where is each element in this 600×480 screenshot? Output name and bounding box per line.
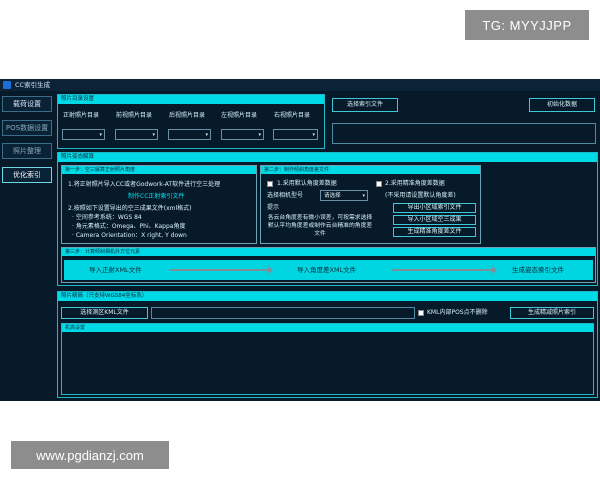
step1-line3: · 空间参考系统：WGS 84 [72, 214, 142, 221]
kml-path-input[interactable] [151, 307, 415, 319]
index-file-path[interactable] [332, 123, 596, 144]
chevron-down-icon: ▾ [362, 193, 365, 199]
camera-model-label: 选择相机型号 [267, 192, 304, 199]
step1-header: 第一步：空三解算正射照片角度 [62, 166, 256, 174]
generate-fine-index-button[interactable]: 生成精减照片索引 [510, 307, 594, 319]
photo-fine-panel: 照片精简（只支持WGS84坐标系） 选择测区KML文件 KML内部POS点不删除… [57, 291, 598, 398]
pose-panel: 照片姿态解算 第一步：空三解算正射照片角度 1.将正射照片导入CC或者Godwo… [57, 152, 598, 286]
photo-dir-header: 照片目录设置 [58, 95, 324, 104]
title-bar: CC索引生成 [0, 79, 600, 91]
generate-pose-index-button[interactable]: 生成姿态索引文件 [512, 260, 564, 280]
chevron-down-icon: ▾ [152, 132, 155, 138]
kml-pos-checkbox[interactable] [418, 310, 424, 316]
step2-panel: 第二步：制作倾斜角度差文件 1.采用默认角度差数据 选择相机型号 请选择 ▾ 提… [260, 165, 481, 244]
import-angle-xml-button[interactable]: 导入角度差XML文件 [297, 260, 356, 280]
default-angle-label: 1.采用默认角度差数据 [277, 180, 337, 187]
step1-panel: 第一步：空三解算正射照片角度 1.将正射照片导入CC或者Godwork-AT软件… [61, 165, 257, 244]
step3-panel: 第三步：计算倾斜相机外方位元素 导入正射XML文件 导入角度差XML文件 生成姿… [61, 247, 596, 283]
hint-text: 各云台角度差有微小误差，可按需求选择默认平均角度差或制作云台精准的角度差文件 [267, 215, 373, 237]
precise-angle-note: (不采用请设置默认角度差) [385, 192, 456, 199]
kml-pos-label: KML内部POS点不删除 [427, 309, 488, 316]
photo-dir-panel: 照片目录设置 正射照片目录 前视照片目录 后视照片目录 左视照片目录 右视照片目… [57, 94, 325, 149]
select-kml-button[interactable]: 选择测区KML文件 [61, 307, 148, 319]
default-angle-checkbox[interactable] [267, 181, 273, 187]
watermark-bottom: www.pgdianzj.com [11, 441, 169, 469]
chevron-down-icon: ▾ [99, 132, 102, 138]
dir-label-nadir: 正射照片目录 [63, 112, 100, 119]
step2-header: 第二步：制作倾斜角度差文件 [261, 166, 480, 174]
arrow-right-icon [169, 266, 273, 274]
hint-label: 提示 [267, 204, 280, 211]
dir-select-nadir[interactable]: ▾ [62, 129, 105, 140]
generate-precise-angle-button[interactable]: 生成精准角度差文件 [393, 227, 476, 237]
import-nadir-xml-button[interactable]: 导入正射XML文件 [89, 260, 142, 280]
dir-select-right[interactable]: ▾ [273, 129, 318, 140]
sidebar-item-payload[interactable]: 载荷设置 [2, 96, 52, 112]
make-cc-index-button[interactable]: 制作CC正射索引文件 [128, 193, 184, 201]
step1-line2: 2.按照如下设置导出的空三成果文件(xml格式) [68, 205, 192, 212]
init-data-button[interactable]: 初始化数据 [529, 98, 595, 112]
precise-angle-label: 2.采用精准角度差数据 [385, 180, 445, 187]
export-small-area-button[interactable]: 导出小区域索引文件 [393, 203, 476, 213]
photo-fine-header: 照片精简（只支持WGS84坐标系） [58, 292, 597, 301]
dir-select-front[interactable]: ▾ [115, 129, 158, 140]
log-header: 机高设置 [62, 324, 593, 332]
camera-model-select[interactable]: 请选择 ▾ [320, 190, 368, 201]
dir-select-back[interactable]: ▾ [168, 129, 211, 140]
step1-line4: · 角元素格式：Omega、Phi、Kappa角度 [72, 223, 186, 230]
app-icon [3, 81, 11, 89]
precise-angle-checkbox[interactable] [376, 181, 382, 187]
camera-model-value: 请选择 [324, 193, 341, 199]
dir-select-left[interactable]: ▾ [221, 129, 264, 140]
step1-line5: · Camera Orientation：X right, Y down [72, 232, 187, 239]
dir-label-right: 右视照片目录 [274, 112, 311, 119]
chevron-down-icon: ▾ [205, 132, 208, 138]
app-window: CC索引生成 载荷设置 POS数据设置 照片整理 优化索引 照片目录设置 正射照… [0, 79, 600, 401]
step1-line1: 1.将正射照片导入CC或者Godwork-AT软件进行空三处理 [68, 181, 221, 188]
chevron-down-icon: ▾ [258, 132, 261, 138]
sidebar-item-photos[interactable]: 照片整理 [2, 143, 52, 159]
select-index-button[interactable]: 选择索引文件 [332, 98, 398, 112]
dir-label-front: 前视照片目录 [116, 112, 153, 119]
step3-header: 第三步：计算倾斜相机外方位元素 [62, 248, 595, 256]
window-title: CC索引生成 [15, 81, 51, 89]
watermark-top: TG: MYYJJPP [465, 10, 589, 40]
dir-label-left: 左视照片目录 [221, 112, 258, 119]
pose-panel-header: 照片姿态解算 [58, 153, 597, 162]
sidebar-item-optimize[interactable]: 优化索引 [2, 167, 52, 183]
step3-flow: 导入正射XML文件 导入角度差XML文件 生成姿态索引文件 [64, 260, 593, 280]
dir-label-back: 后视照片目录 [169, 112, 206, 119]
arrow-right-icon [392, 266, 497, 274]
sidebar-item-pos[interactable]: POS数据设置 [2, 120, 52, 136]
import-small-area-button[interactable]: 导入小区域空三成果 [393, 215, 476, 225]
log-area: 机高设置 [61, 323, 594, 395]
chevron-down-icon: ▾ [312, 132, 315, 138]
